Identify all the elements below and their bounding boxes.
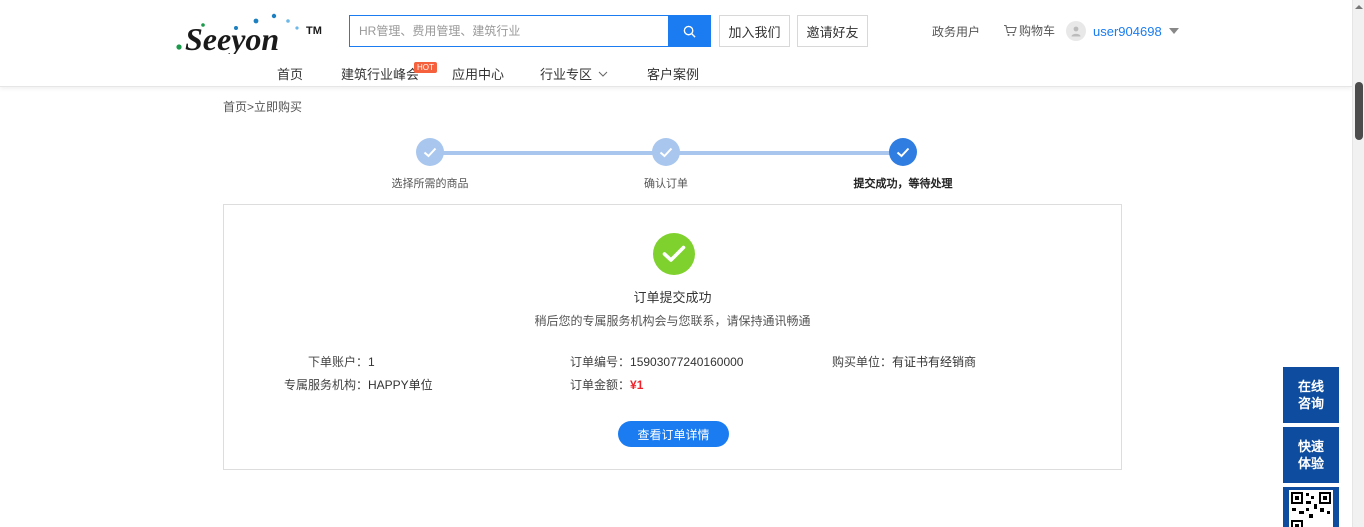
qr-code	[1283, 487, 1339, 527]
amount-label: 订单金额：	[570, 378, 631, 392]
main-nav: 首页 建筑行业峰会 HOT 应用中心 行业专区 客户案例	[0, 62, 1352, 84]
invite-friend-button[interactable]: 邀请好友	[797, 15, 868, 47]
scroll-up-icon[interactable]	[1354, 3, 1364, 11]
step-1-circle	[416, 138, 444, 166]
buyer-unit: 购买单位：有证书有经销商	[832, 353, 976, 370]
check-icon	[662, 245, 686, 262]
online-consult-button[interactable]: 在线 咨询	[1283, 367, 1339, 423]
nav-item-home[interactable]: 首页	[277, 64, 303, 83]
site-header: Seeyon TM 加入我们 邀请好友 政务用户 购物车	[0, 0, 1352, 87]
breadcrumb[interactable]: 首页>立即购买	[223, 98, 302, 115]
gov-user-link[interactable]: 政务用户	[932, 23, 980, 40]
account-value: 1	[368, 355, 375, 369]
step-1-label: 选择所需的商品	[391, 178, 469, 190]
caret-down-icon	[1168, 27, 1179, 34]
cart-link[interactable]: 购物车	[1003, 22, 1055, 39]
order-account: 下单账户：1	[284, 353, 375, 370]
success-subtitle: 稍后您的专属服务机构会与您联系，请保持通讯畅通	[534, 314, 811, 328]
step-connector	[440, 151, 655, 155]
user-icon	[1071, 26, 1081, 37]
search-input[interactable]	[350, 16, 668, 46]
step-2-label: 确认订单	[644, 178, 688, 190]
trial-line-2: 体验	[1297, 456, 1324, 471]
order-number: 订单编号：15903077240160000	[570, 353, 743, 370]
check-icon	[659, 147, 673, 157]
qr-code-icon	[1289, 490, 1333, 527]
avatar	[1066, 21, 1086, 41]
search-box	[349, 15, 711, 47]
order-result-card: 订单提交成功 稍后您的专属服务机构会与您联系，请保持通讯畅通 下单账户：1 专属…	[223, 204, 1122, 470]
quick-trial-button[interactable]: 快速 体验	[1283, 427, 1339, 483]
step-2-circle	[652, 138, 680, 166]
cart-label: 购物车	[1019, 24, 1056, 38]
agency-value: HAPPY单位	[368, 378, 433, 392]
hot-badge: HOT	[414, 62, 437, 73]
scrollbar-thumb[interactable]	[1355, 82, 1363, 140]
cart-icon	[1004, 24, 1017, 36]
step-3-circle	[889, 138, 917, 166]
join-us-button[interactable]: 加入我们	[719, 15, 790, 47]
order-agency: 专属服务机构：HAPPY单位	[284, 376, 433, 393]
agency-label: 专属服务机构：	[284, 378, 369, 392]
logo-tm: TM	[306, 25, 322, 37]
chevron-down-icon	[598, 71, 608, 77]
nav-item-summit[interactable]: 建筑行业峰会	[341, 64, 419, 83]
check-icon	[896, 147, 910, 157]
success-title: 订单提交成功	[633, 290, 712, 305]
nav-item-industry[interactable]: 行业专区	[540, 64, 608, 83]
nav-item-industry-label: 行业专区	[540, 67, 593, 82]
order-number-value: 15903077240160000	[630, 355, 744, 369]
consult-line-2: 咨询	[1297, 396, 1324, 411]
trial-line-1: 快速	[1297, 439, 1324, 454]
search-icon	[683, 25, 696, 38]
buyer-value: 有证书有经销商	[892, 355, 977, 369]
username: user904698	[1093, 23, 1162, 39]
order-number-label: 订单编号：	[570, 355, 631, 369]
order-amount: 订单金额：¥1	[570, 376, 643, 393]
user-menu[interactable]: user904698	[1066, 21, 1179, 41]
logo-text: Seeyon	[185, 21, 279, 54]
nav-item-app-center[interactable]: 应用中心	[452, 64, 504, 83]
nav-item-cases[interactable]: 客户案例	[647, 64, 699, 83]
step-3-label: 提交成功，等待处理	[853, 178, 953, 190]
account-label: 下单账户：	[307, 355, 368, 369]
seeyon-logo[interactable]: Seeyon TM	[176, 12, 326, 54]
consult-line-1: 在线	[1297, 379, 1324, 394]
search-button[interactable]	[668, 16, 710, 46]
page-scrollbar[interactable]	[1352, 0, 1364, 527]
step-connector	[677, 151, 892, 155]
success-check-icon	[653, 233, 695, 275]
view-order-detail-button[interactable]: 查看订单详情	[618, 421, 729, 447]
check-icon	[423, 147, 437, 157]
page: Seeyon TM 加入我们 邀请好友 政务用户 购物车	[0, 0, 1364, 527]
amount-value: ¥1	[630, 378, 644, 392]
buyer-label: 购买单位：	[832, 355, 893, 369]
